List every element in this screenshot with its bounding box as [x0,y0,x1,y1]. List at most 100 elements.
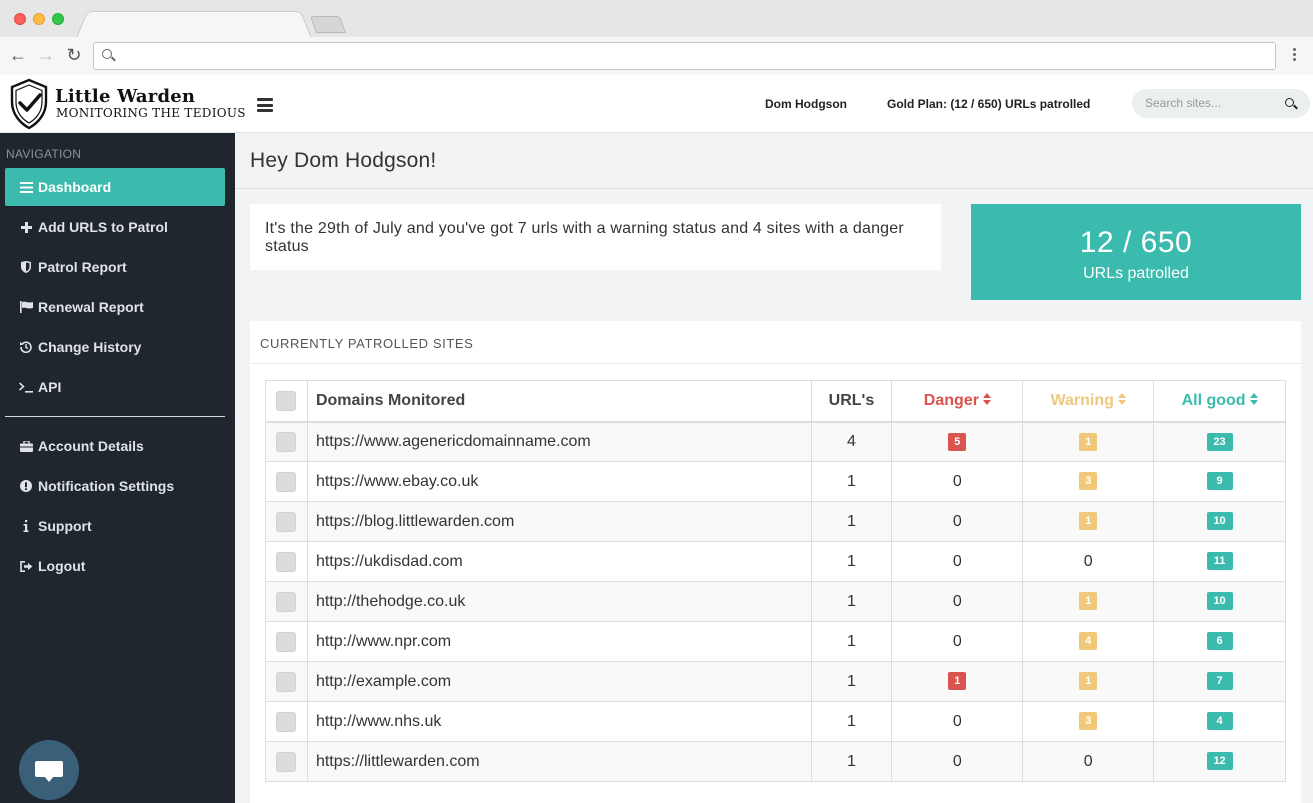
table-row[interactable]: http://thehodge.co.uk 1 0 1 10 [265,581,1286,622]
good-count-cell: 7 [1153,661,1286,702]
column-header-all-good[interactable]: All good [1153,380,1286,423]
all-good-badge[interactable]: 10 [1206,512,1233,531]
forward-arrow-icon[interactable]: → [36,45,56,65]
menu-toggle-icon[interactable] [257,98,273,112]
sidebar-item-label: Patrol Report [38,259,127,275]
select-all-checkbox[interactable] [276,390,297,411]
sidebar-item-api[interactable]: API [5,368,225,406]
warning-badge[interactable]: 3 [1079,712,1098,731]
sort-icon[interactable] [982,392,991,407]
back-arrow-icon[interactable]: ← [8,45,28,65]
address-bar[interactable] [93,42,1276,70]
browser-chrome: ← → ↻ [0,0,1313,75]
domain-cell[interactable]: http://www.npr.com [306,621,812,662]
all-good-badge[interactable]: 12 [1206,752,1233,771]
domain-cell[interactable]: https://ukdisdad.com [306,541,812,582]
brand-title[interactable]: Little Warden [55,86,195,107]
all-good-badge[interactable]: 4 [1206,712,1233,731]
sidebar-item-logout[interactable]: Logout [5,547,225,585]
sort-icon[interactable] [1249,392,1258,407]
column-header-label: Danger [923,391,979,409]
warning-badge[interactable]: 1 [1079,672,1098,691]
browser-menu-icon[interactable] [1286,46,1302,66]
warning-count-cell: 1 [1022,581,1155,622]
table-row[interactable]: https://littlewarden.com 1 0 0 12 [265,741,1286,782]
page-header: Hey Dom Hodgson! [235,133,1313,189]
row-checkbox[interactable] [276,671,297,692]
warning-count-cell: 1 [1022,501,1155,542]
reload-icon[interactable]: ↻ [64,45,84,65]
row-checkbox[interactable] [276,431,297,452]
search-icon[interactable] [1285,98,1294,107]
domain-cell[interactable]: http://thehodge.co.uk [306,581,812,622]
browser-toolbar: ← → ↻ [0,37,1313,75]
column-header-danger[interactable]: Danger [891,380,1024,423]
panel-title: CURRENTLY PATROLLED SITES [260,336,474,351]
sidebar-item-renewal-report[interactable]: Renewal Report [5,288,225,326]
browser-tab-active[interactable] [76,11,312,38]
row-checkbox[interactable] [276,751,297,772]
domain-cell[interactable]: https://blog.littlewarden.com [306,501,812,542]
chat-launcher-button[interactable] [19,740,79,800]
sidebar-item-label: Logout [38,558,86,574]
sidebar-item-account-details[interactable]: Account Details [5,427,225,465]
column-header-label: URL's [828,391,875,409]
warning-badge[interactable]: 4 [1079,632,1098,651]
good-count-cell: 6 [1153,621,1286,662]
select-all-cell [265,380,308,423]
row-checkbox[interactable] [276,631,297,652]
all-good-badge[interactable]: 23 [1206,432,1233,451]
table-row[interactable]: http://example.com 1 1 1 7 [265,661,1286,702]
row-checkbox[interactable] [276,511,297,532]
domain-cell[interactable]: https://littlewarden.com [306,741,812,782]
sites-table-body: https://www.agenericdomainname.com 4 5 1 23 h… [265,421,1286,782]
url-count-cell: 1 [810,461,893,502]
domain-cell[interactable]: http://example.com [306,661,812,702]
row-checkbox[interactable] [276,471,297,492]
table-row[interactable]: https://blog.littlewarden.com 1 0 1 10 [265,501,1286,542]
all-good-badge[interactable]: 7 [1206,672,1233,691]
column-header-warning[interactable]: Warning [1022,380,1155,423]
table-row[interactable]: https://ukdisdad.com 1 0 0 11 [265,541,1286,582]
sidebar-item-add-urls[interactable]: Add URLS to Patrol [5,208,225,246]
browser-new-tab-button[interactable] [309,16,347,33]
domain-cell[interactable]: http://www.nhs.uk [306,701,812,742]
column-header-label: Warning [1050,391,1114,409]
good-count-cell: 10 [1153,501,1286,542]
all-good-badge[interactable]: 10 [1206,592,1233,611]
table-row[interactable]: http://www.nhs.uk 1 0 3 4 [265,701,1286,742]
danger-count-cell: 1 [891,661,1024,702]
all-good-badge[interactable]: 9 [1206,472,1233,491]
row-checkbox[interactable] [276,591,297,612]
danger-count-cell: 0 [891,741,1024,782]
domain-cell[interactable]: https://www.agenericdomainname.com [306,421,812,462]
url-count-cell: 1 [810,741,893,782]
table-row[interactable]: http://www.npr.com 1 0 4 6 [265,621,1286,662]
sidebar-item-dashboard[interactable]: Dashboard [5,168,225,206]
window-minimize-button[interactable] [33,13,45,25]
danger-badge[interactable]: 1 [948,672,967,691]
sort-icon[interactable] [1117,392,1126,407]
browser-tab-bar [0,0,1313,38]
warning-badge[interactable]: 1 [1079,592,1098,611]
all-good-badge[interactable]: 6 [1206,632,1233,651]
window-maximize-button[interactable] [52,13,64,25]
table-row[interactable]: https://www.agenericdomainname.com 4 5 1 23 [265,421,1286,462]
row-checkbox[interactable] [276,551,297,572]
domain-cell[interactable]: https://www.ebay.co.uk [306,461,812,502]
all-good-badge[interactable]: 11 [1206,552,1233,571]
warning-badge[interactable]: 3 [1079,472,1098,491]
danger-badge[interactable]: 5 [948,432,967,451]
warning-badge[interactable]: 1 [1079,512,1098,531]
sidebar-item-change-history[interactable]: Change History [5,328,225,366]
search-input[interactable] [1145,96,1275,110]
window-close-button[interactable] [14,13,26,25]
user-name[interactable]: Dom Hodgson [765,97,847,111]
warning-badge[interactable]: 1 [1079,432,1098,451]
sidebar-item-notification-settings[interactable]: Notification Settings [5,467,225,505]
row-checkbox[interactable] [276,711,297,732]
sidebar-item-patrol-report[interactable]: Patrol Report [5,248,225,286]
sidebar-item-support[interactable]: Support [5,507,225,545]
url-count-cell: 1 [810,661,893,702]
table-row[interactable]: https://www.ebay.co.uk 1 0 3 9 [265,461,1286,502]
